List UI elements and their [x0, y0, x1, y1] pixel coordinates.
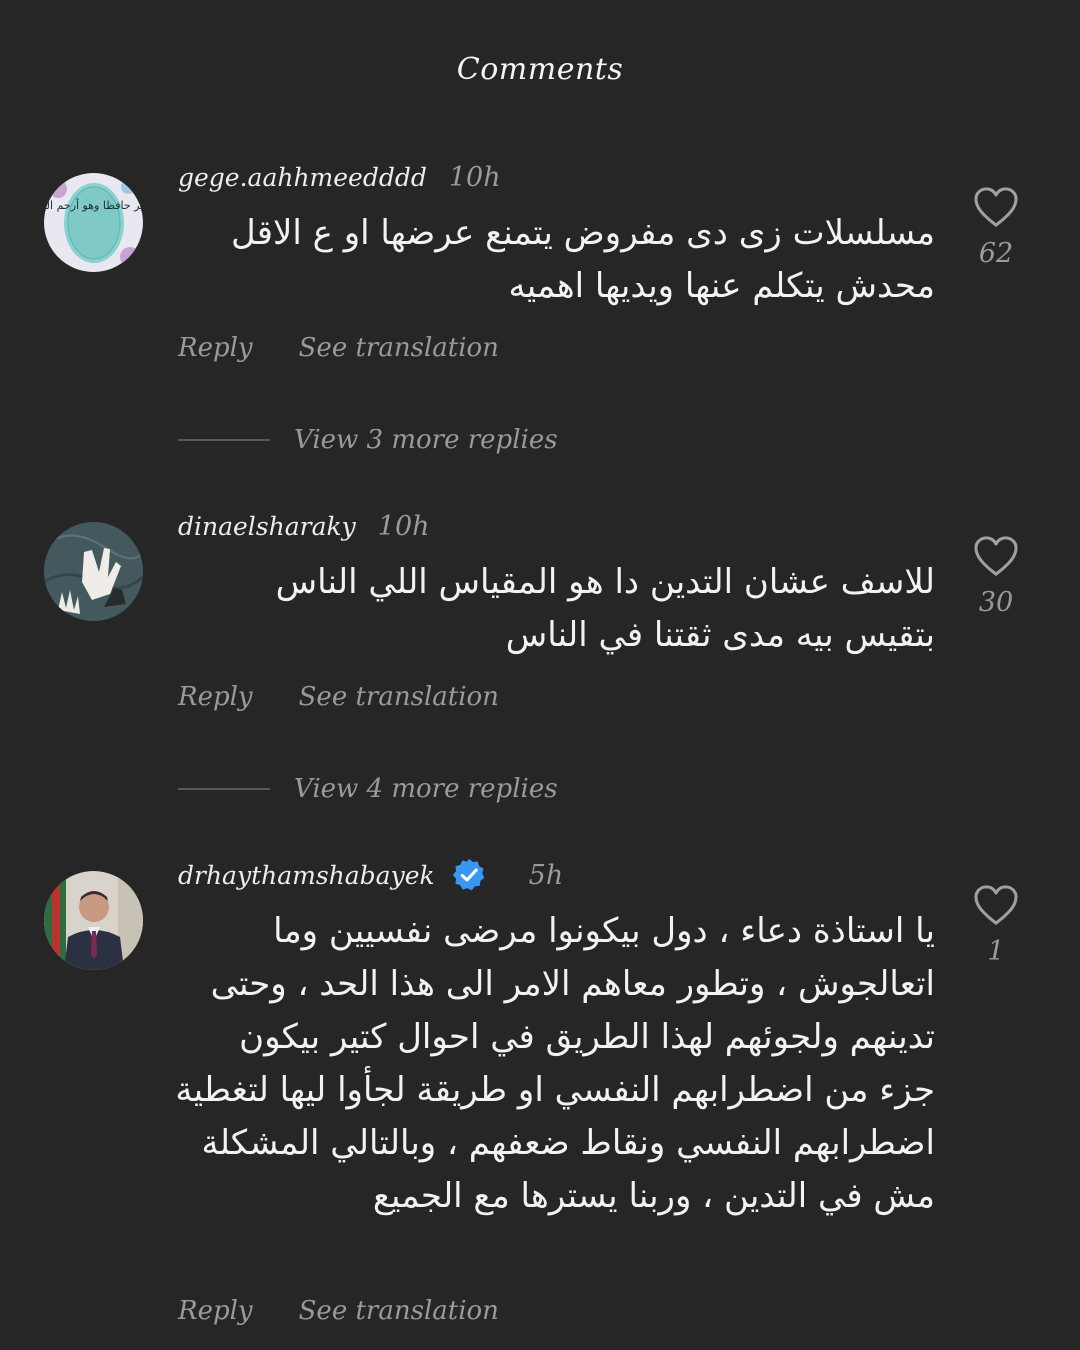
replies-divider [178, 788, 270, 790]
like-count: 1 [987, 936, 1005, 967]
avatar-image [44, 871, 143, 970]
avatar[interactable] [44, 871, 143, 970]
comment-text: مسلسلات زى دى مفروض يتمنع عرضها او ع الا… [230, 213, 935, 306]
username[interactable]: gege.aahhmeedddd [178, 163, 427, 192]
timestamp: 5h [528, 859, 564, 891]
comment-text: يا استاذة دعاء ، دول بيكونوا مرضى نفسيين… [175, 911, 935, 1216]
like-count: 30 [978, 587, 1014, 618]
heart-icon[interactable] [973, 884, 1019, 926]
reply-button[interactable]: Reply [178, 682, 253, 712]
avatar-image: فالله خير حافظا وهو أرحم الراحمين [44, 173, 143, 272]
view-replies-label[interactable]: View 4 more replies [294, 774, 558, 804]
username[interactable]: dinaelsharaky [178, 512, 356, 541]
like-button[interactable]: 1 [960, 884, 1032, 967]
avatar-image [44, 522, 143, 621]
see-translation-button[interactable]: See translation [299, 1296, 499, 1326]
page-title: Comments [456, 52, 624, 87]
timestamp: 10h [377, 510, 430, 542]
avatar[interactable]: فالله خير حافظا وهو أرحم الراحمين [44, 173, 143, 272]
replies-divider [178, 439, 270, 441]
username[interactable]: drhaythamshabayek [178, 861, 435, 890]
like-button[interactable]: 62 [960, 186, 1032, 269]
see-translation-button[interactable]: See translation [299, 682, 499, 712]
avatar[interactable] [44, 522, 143, 621]
reply-button[interactable]: Reply [178, 333, 253, 363]
like-count: 62 [978, 238, 1014, 269]
heart-icon[interactable] [973, 186, 1019, 228]
verified-badge-icon [452, 858, 484, 891]
view-replies-button[interactable]: View 3 more replies [178, 425, 558, 455]
like-button[interactable]: 30 [960, 535, 1032, 618]
timestamp: 10h [448, 161, 501, 193]
reply-button[interactable]: Reply [178, 1296, 253, 1326]
view-replies-button[interactable]: View 4 more replies [178, 774, 558, 804]
heart-icon[interactable] [973, 535, 1019, 577]
see-translation-button[interactable]: See translation [299, 333, 499, 363]
avatar-caption: فالله خير حافظا وهو أرحم الراحمين [44, 198, 143, 212]
view-replies-label[interactable]: View 3 more replies [294, 425, 558, 455]
comment-text: للاسف عشان التدين دا هو المقياس اللي الن… [275, 562, 935, 655]
